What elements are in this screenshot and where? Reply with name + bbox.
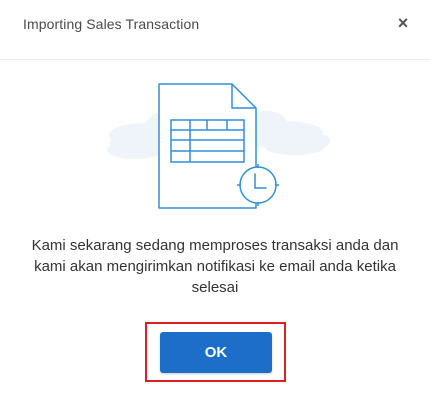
spreadsheet-document-clock-icon xyxy=(107,83,330,209)
close-icon[interactable]: × xyxy=(394,14,412,32)
status-message: Kami sekarang sedang memproses transaksi… xyxy=(31,237,399,296)
import-dialog: Importing Sales Transaction × Kami sekar… xyxy=(0,0,430,407)
ok-button[interactable]: OK xyxy=(160,332,272,373)
dialog-header: Importing Sales Transaction × xyxy=(0,0,430,60)
dialog-title: Importing Sales Transaction xyxy=(23,16,200,32)
